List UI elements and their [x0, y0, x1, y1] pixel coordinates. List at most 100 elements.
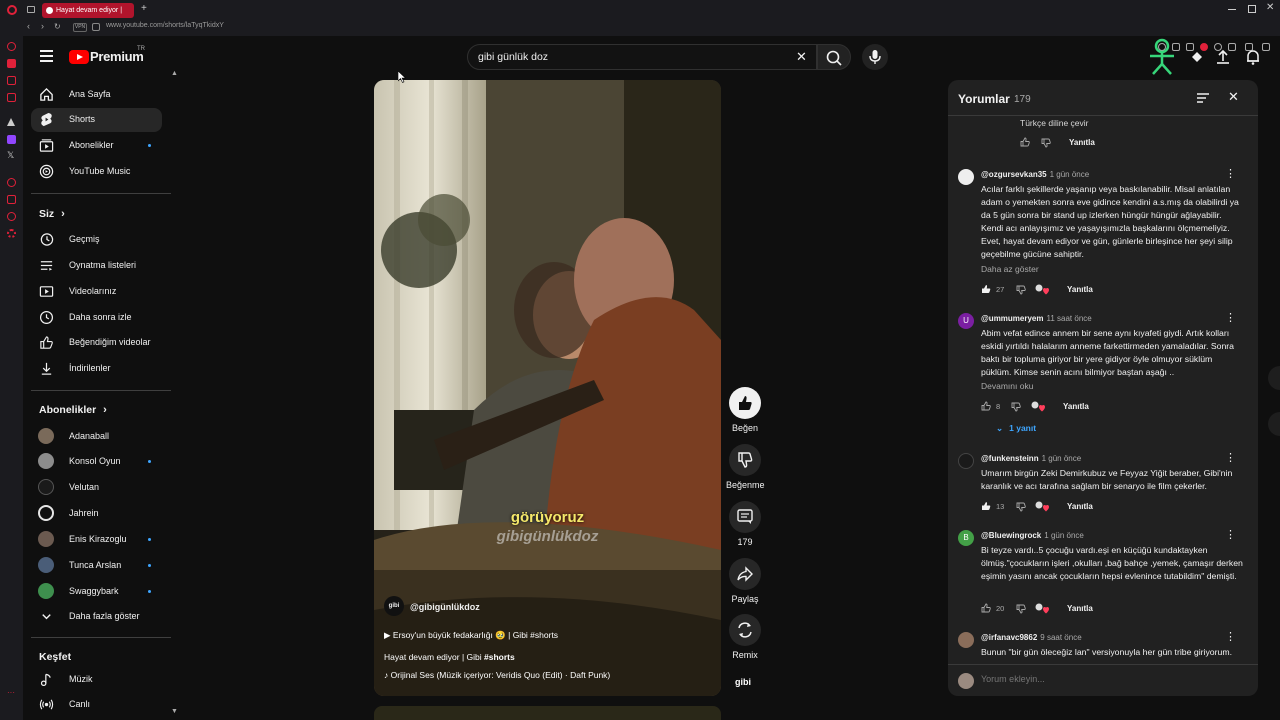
edge-scroll-handle[interactable]	[1268, 412, 1280, 436]
thumbs-down-icon[interactable]	[1016, 502, 1026, 512]
comment-author[interactable]: @ozgursevkan35 1 gün önce	[981, 170, 1089, 179]
create-icon[interactable]	[1188, 48, 1206, 66]
more-options-icon[interactable]: ⋮	[1225, 451, 1236, 464]
clear-search-icon[interactable]: ✕	[796, 49, 807, 65]
show-more-button[interactable]: Daha fazla göster	[31, 605, 162, 629]
shorts-video-player[interactable]: görüyoruz gibigünlükdoz gibi @gibigünlük…	[374, 80, 721, 696]
thumbs-up-icon[interactable]	[981, 284, 991, 294]
comment-author[interactable]: @irfanavc9862 9 saat önce	[981, 633, 1082, 642]
sidebar-item-playlists[interactable]: Oynatma listeleri	[31, 254, 162, 278]
sidebar-item-liked-videos[interactable]: Beğendiğim videolar	[31, 331, 162, 355]
reply-button[interactable]: Yanıtla	[1067, 604, 1093, 613]
sidebar-item-watch-later[interactable]: Daha sonra izle	[31, 306, 162, 330]
comment-avatar[interactable]: U	[958, 313, 974, 329]
upload-icon[interactable]	[1214, 48, 1232, 66]
dislike-button[interactable]: Beğenme	[726, 444, 765, 490]
next-short-preview[interactable]	[374, 706, 721, 720]
sidebar-item-live[interactable]: Canlı	[31, 693, 162, 717]
thumbs-up-icon[interactable]	[981, 603, 991, 613]
reload-icon[interactable]: ↻	[54, 22, 61, 31]
vpn-badge[interactable]: VPN	[73, 23, 87, 32]
hashtag-link[interactable]: #shorts	[484, 652, 515, 662]
sidebar-item-channel[interactable]: Tunca Arslan	[31, 554, 162, 578]
comment-time[interactable]: 1 gün önce	[1042, 454, 1082, 463]
sidebar-messenger-icon[interactable]	[7, 76, 16, 85]
sidebar-item-your-videos[interactable]: Videolarınız	[31, 280, 162, 304]
translate-link[interactable]: Türkçe diline çevir	[1020, 118, 1089, 128]
subscriptions-section-heading[interactable]: Abonelikler ›	[39, 404, 107, 416]
search-button[interactable]	[817, 44, 851, 70]
sidebar-item-channel[interactable]: Swaggybark	[31, 580, 162, 604]
url-field[interactable]: www.youtube.com/shorts/laTyqTkidxY	[106, 22, 224, 29]
more-options-icon[interactable]: ⋮	[1225, 630, 1236, 643]
sidebar-item-shorts[interactable]: Shorts	[31, 108, 162, 132]
search-box[interactable]: gibi günlük doz ✕	[467, 44, 817, 70]
back-icon[interactable]: ‹	[27, 21, 30, 31]
sidebar-item-home[interactable]: Ana Sayfa	[31, 83, 162, 107]
comment-time[interactable]: 1 gün önce	[1050, 170, 1090, 179]
menu-icon[interactable]	[1262, 43, 1270, 51]
sidebar-item-subscriptions[interactable]: Abonelikler	[31, 134, 162, 158]
comment-time[interactable]: 9 saat önce	[1040, 633, 1081, 642]
read-more-link[interactable]: Devamını oku	[981, 381, 1033, 391]
notifications-icon[interactable]	[1244, 48, 1262, 66]
channel-avatar[interactable]: gibi	[384, 596, 404, 616]
new-tab-icon[interactable]: +	[141, 3, 147, 14]
show-less-link[interactable]: Daha az göster	[981, 264, 1039, 274]
sidebar-scroll-up-icon[interactable]: ▲	[171, 70, 178, 77]
sidebar-scroll-down-icon[interactable]: ▼	[171, 708, 178, 715]
sidebar-item-channel[interactable]: Adanaball	[31, 425, 162, 449]
sidebar-item-channel[interactable]: Jahrein	[31, 502, 162, 526]
sidebar-item-music[interactable]: Müzik	[31, 668, 162, 692]
sidebar-item-channel[interactable]: Velutan	[31, 476, 162, 500]
close-icon[interactable]: ✕	[1228, 89, 1239, 105]
sidebar-x-icon[interactable]: 𝕏	[7, 151, 16, 160]
thumbs-down-icon[interactable]	[1016, 285, 1026, 295]
thumbs-down-icon[interactable]	[1016, 604, 1026, 614]
thumbs-up-icon[interactable]	[981, 401, 991, 411]
sidebar-history-icon[interactable]	[7, 212, 16, 221]
comment-avatar[interactable]	[958, 453, 974, 469]
search-input[interactable]: gibi günlük doz	[478, 51, 548, 63]
sidebar-item-channel[interactable]: Enis Kirazoglu	[31, 528, 162, 552]
sidebar-more-icon[interactable]: ···	[7, 688, 16, 697]
comment-avatar[interactable]: B	[958, 530, 974, 546]
comment-time[interactable]: 11 saat önce	[1047, 314, 1092, 323]
sidebar-twitch-icon[interactable]	[7, 135, 16, 144]
channel-handle[interactable]: @gibigünlükdoz	[410, 602, 480, 612]
edge-scroll-handle[interactable]	[1268, 366, 1280, 390]
reply-button[interactable]: Yanıtla	[1069, 138, 1095, 147]
music-info[interactable]: ♪ Orijinal Ses (Müzik içeriyor: Veridis …	[384, 670, 610, 680]
tab-overview-icon[interactable]	[27, 6, 35, 13]
comment-time[interactable]: 1 gün önce	[1044, 531, 1084, 540]
more-options-icon[interactable]: ⋮	[1225, 167, 1236, 180]
thumbs-down-icon[interactable]	[1041, 138, 1051, 148]
reply-button[interactable]: Yanıtla	[1063, 402, 1089, 411]
thumbs-down-icon[interactable]	[1011, 402, 1021, 412]
menu-hamburger-icon[interactable]	[40, 50, 53, 62]
sidebar-instagram-icon[interactable]	[7, 93, 16, 102]
window-maximize-icon[interactable]	[1248, 5, 1256, 13]
comment-avatar[interactable]	[958, 169, 974, 185]
like-button[interactable]: Beğen	[726, 387, 764, 433]
channel-badge[interactable]: gibi	[731, 677, 755, 687]
sort-icon[interactable]	[1196, 92, 1210, 104]
comment-author[interactable]: @ummumeryem 11 saat önce	[981, 314, 1092, 323]
thumbs-up-icon[interactable]	[981, 501, 991, 511]
sidebar-item-history[interactable]: Geçmiş	[31, 228, 162, 252]
opera-logo-icon[interactable]	[7, 5, 17, 15]
browser-tab-active[interactable]: Hayat devam ediyor |	[42, 3, 134, 18]
comment-author[interactable]: @funkensteinn 1 gün önce	[981, 454, 1081, 463]
sidebar-item-youtube-music[interactable]: YouTube Music	[31, 160, 162, 184]
reply-button[interactable]: Yanıtla	[1067, 285, 1093, 294]
window-close-icon[interactable]: ✕	[1266, 2, 1274, 13]
reply-button[interactable]: Yanıtla	[1067, 502, 1093, 511]
view-replies-button[interactable]: ⌄ 1 yanıt	[996, 423, 1036, 434]
sidebar-item-channel[interactable]: Konsol Oyun	[31, 450, 162, 474]
you-section-heading[interactable]: Siz ›	[39, 208, 65, 220]
sidebar-player-icon[interactable]	[7, 178, 16, 187]
forward-icon[interactable]: ›	[41, 21, 44, 31]
sidebar-vk-icon[interactable]	[7, 195, 16, 204]
comment-input[interactable]	[981, 674, 1241, 684]
share-button[interactable]: Paylaş	[726, 558, 764, 604]
